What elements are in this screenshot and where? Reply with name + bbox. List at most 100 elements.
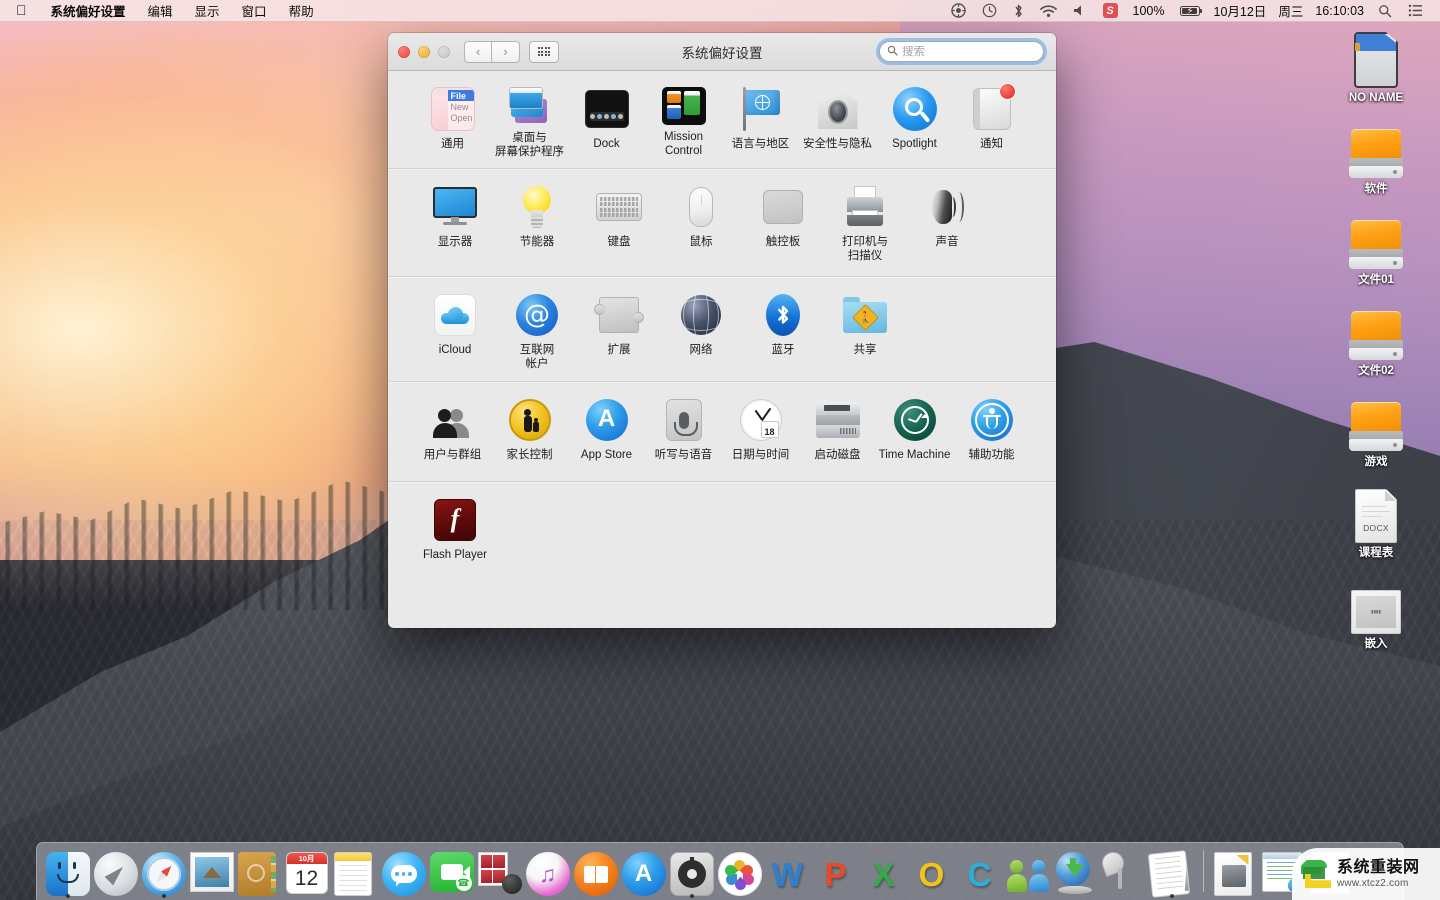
pref-desktop-screensaver[interactable]: 桌面与 屏幕保护程序 (491, 85, 568, 158)
date-time-icon: 18 (737, 396, 785, 444)
pref-label: 蓝牙 (771, 344, 795, 356)
desktop-icon-schedule-docx[interactable]: DOCX 课程表 (1318, 481, 1434, 561)
pref-mission-control[interactable]: Mission Control (645, 85, 722, 158)
pref-accessibility[interactable]: 辅助功能 (953, 396, 1030, 471)
pref-printers-scanners[interactable]: 打印机与 扫描仪 (824, 183, 906, 266)
pref-trackpad[interactable]: 触控板 (742, 183, 824, 266)
dock-item-app-store[interactable]: A (620, 846, 667, 896)
time-machine-icon[interactable] (974, 3, 1005, 18)
menu-bar-weekday[interactable]: 周三 (1272, 1, 1309, 20)
docx-file-icon: DOCX (1318, 481, 1434, 543)
pref-users-groups[interactable]: 用户与群组 (414, 396, 491, 471)
zoom-button[interactable] (438, 45, 450, 58)
dock-item-mail[interactable] (188, 846, 235, 896)
pref-startup-disk[interactable]: 启动磁盘 (799, 396, 876, 471)
pref-notifications[interactable]: 通知 (953, 83, 1030, 158)
pref-dictation-speech[interactable]: 听写与语音 (645, 396, 722, 471)
menu-item-app-name[interactable]: 系统偏好设置 (40, 1, 137, 20)
dock-item-microsoft-excel[interactable]: X (860, 846, 907, 896)
desktop-icon-files-01[interactable]: 文件01 (1318, 208, 1434, 288)
bluetooth-icon[interactable] (1005, 3, 1032, 19)
dock-item-ibooks[interactable] (572, 846, 619, 896)
search-icon[interactable] (1370, 4, 1400, 18)
desktop-icon-label: 游戏 (1364, 456, 1388, 468)
pref-app-store[interactable]: A App Store (568, 396, 645, 471)
facetime-icon: ☎ (429, 852, 474, 896)
dock-item-document-a[interactable] (1212, 846, 1259, 896)
pref-security-privacy[interactable]: 安全性与隐私 (799, 85, 876, 158)
menu-item-window[interactable]: 窗口 (231, 1, 278, 20)
dock-item-remote-desktop[interactable] (1098, 846, 1147, 896)
keyboard-icon (595, 183, 643, 231)
menu-item-view[interactable]: 显示 (184, 1, 231, 20)
pref-internet-accounts[interactable]: @ 互联网 帐户 (496, 291, 578, 371)
dock-item-finder[interactable] (44, 846, 91, 898)
dock-item-microsoft-word[interactable]: W (764, 846, 811, 896)
dock-item-microsoft-communicator[interactable]: C (956, 846, 1003, 896)
pref-flash-player[interactable]: f Flash Player (414, 496, 496, 577)
watermark-title: 系统重装网 (1337, 858, 1420, 876)
menu-item-edit[interactable]: 编辑 (137, 1, 184, 20)
pref-date-time[interactable]: 18 日期与时间 (722, 396, 799, 471)
desktop-icon-no-name[interactable]: NO NAME (1318, 26, 1434, 106)
security-privacy-icon (814, 85, 862, 133)
dock-item-launchpad[interactable] (92, 846, 139, 896)
dock-item-photo-booth[interactable] (476, 846, 523, 896)
pref-icloud[interactable]: iCloud (414, 291, 496, 371)
pref-sound[interactable]: 声音 (906, 183, 988, 266)
dock-item-microsoft-messenger[interactable] (1004, 846, 1051, 896)
pref-extensions[interactable]: 扩展 (578, 291, 660, 371)
forward-button[interactable]: › (492, 40, 520, 63)
battery-charging-icon[interactable]: ⚡ (1172, 5, 1208, 17)
dock-item-safari[interactable] (140, 846, 187, 898)
desktop-icon-software[interactable]: 软件 (1318, 117, 1434, 197)
dock-item-system-preferences[interactable] (668, 846, 715, 898)
users-groups-icon (429, 396, 477, 444)
search-field[interactable]: ✕ (879, 41, 1056, 62)
dock-item-notes[interactable] (332, 846, 379, 896)
calendar-icon: 10月 12 (285, 852, 330, 896)
notification-center-icon[interactable] (1400, 4, 1431, 17)
pref-mouse[interactable]: 鼠标 (660, 183, 742, 266)
dock-item-itunes[interactable]: ♫ (524, 846, 571, 896)
dock-item-contacts[interactable] (236, 846, 283, 896)
pref-bluetooth[interactable]: 蓝牙 (742, 291, 824, 371)
dock-item-microsoft-powerpoint[interactable]: P (812, 846, 859, 896)
input-method-icon[interactable]: S (1095, 3, 1126, 18)
menu-bar-time[interactable]: 16:10:03 (1309, 4, 1370, 18)
pref-sharing[interactable]: 🚶 共享 (824, 291, 906, 371)
pref-network[interactable]: 网络 (660, 291, 742, 371)
dock-item-messages[interactable] (380, 846, 427, 896)
calendar-month: 10月 (286, 853, 327, 864)
sync-circle-icon[interactable] (943, 3, 974, 18)
dock-item-textedit[interactable] (1147, 846, 1195, 898)
pref-parental-controls[interactable]: 家长控制 (491, 396, 568, 471)
back-button[interactable]: ‹ (464, 40, 492, 63)
desktop-icon-embed[interactable]: ▮▮▮▮ 嵌入 (1318, 572, 1434, 652)
apple-logo-icon[interactable]:  (0, 3, 40, 17)
dock-item-downloads[interactable] (1052, 846, 1099, 896)
dock-item-facetime[interactable]: ☎ (428, 846, 475, 896)
pref-time-machine[interactable]: Time Machine (876, 396, 953, 471)
search-input[interactable] (902, 45, 1056, 58)
pref-spotlight[interactable]: Spotlight (876, 85, 953, 158)
close-button[interactable] (398, 45, 410, 58)
pref-general[interactable]: File New Open 通用 (414, 85, 491, 158)
window-titlebar[interactable]: ‹ › 系统偏好设置 ✕ (388, 33, 1056, 71)
show-all-button[interactable] (529, 40, 559, 63)
pref-energy-saver[interactable]: 节能器 (496, 183, 578, 266)
volume-icon[interactable] (1065, 4, 1095, 17)
pref-dock[interactable]: Dock (568, 85, 645, 158)
dock-item-calendar[interactable]: 10月 12 (284, 846, 331, 896)
desktop-icon-games[interactable]: 游戏 (1318, 390, 1434, 470)
pref-displays[interactable]: 显示器 (414, 183, 496, 266)
desktop-icon-files-02[interactable]: 文件02 (1318, 299, 1434, 379)
wifi-icon[interactable] (1032, 4, 1065, 18)
pref-keyboard[interactable]: 键盘 (578, 183, 660, 266)
dock-item-photos[interactable] (716, 846, 763, 896)
menu-item-help[interactable]: 帮助 (278, 1, 325, 20)
menu-bar-date[interactable]: 10月12日 (1208, 1, 1273, 20)
dock-item-microsoft-outlook[interactable]: O (908, 846, 955, 896)
pref-language-region[interactable]: 语言与地区 (722, 85, 799, 158)
minimize-button[interactable] (418, 45, 430, 58)
